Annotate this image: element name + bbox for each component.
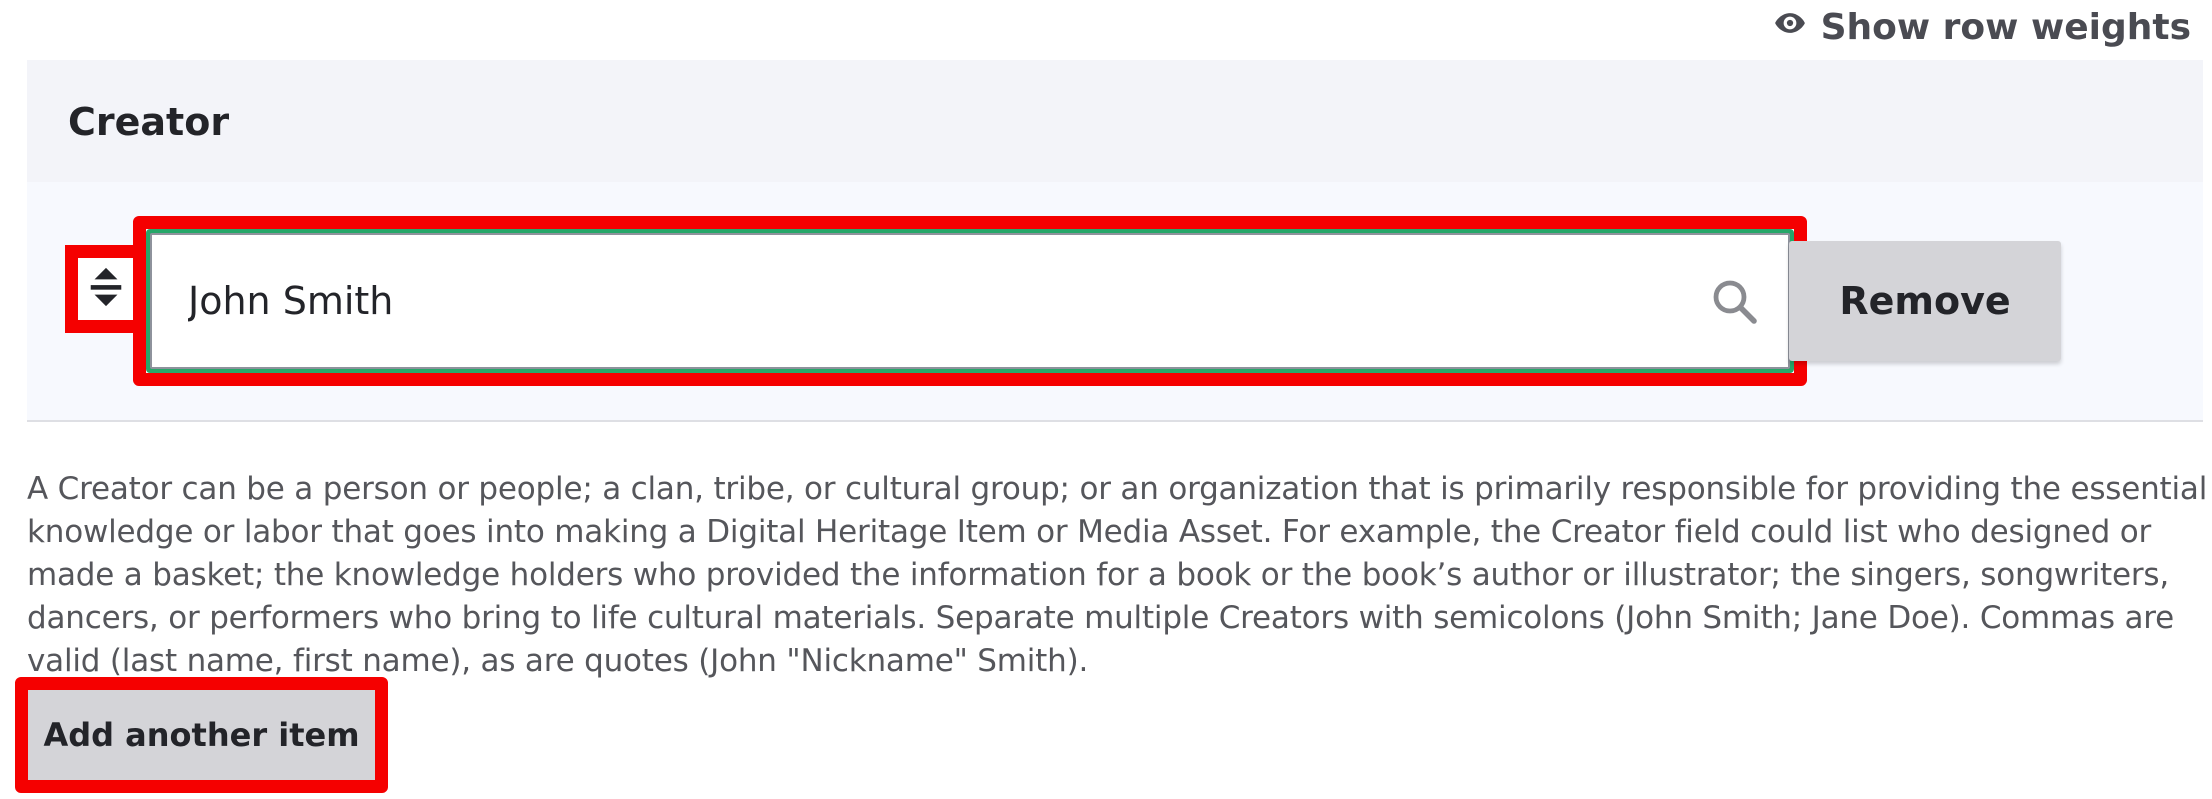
add-another-item-label: Add another item [43,716,360,754]
show-row-weights-label: Show row weights [1820,7,2191,48]
creator-table-header: Creator [27,60,2203,182]
creator-input-wrapper [150,233,1790,369]
creator-autocomplete-input[interactable] [152,235,1788,367]
show-row-weights-link[interactable]: Show row weights [1773,6,2191,49]
search-icon [1710,277,1758,325]
creator-field-description: A Creator can be a person or people; a c… [27,471,2208,679]
add-another-item-highlight: Add another item [15,677,388,793]
drag-handle-icon [88,266,124,312]
eye-icon [1773,6,1807,49]
remove-button-label: Remove [1839,279,2011,323]
remove-button[interactable]: Remove [1789,241,2061,361]
creator-field-title: Creator [68,100,230,144]
creator-input-highlight [133,216,1807,386]
creator-table-row: Remove [27,182,2203,422]
add-another-item-button[interactable]: Add another item [28,690,375,780]
